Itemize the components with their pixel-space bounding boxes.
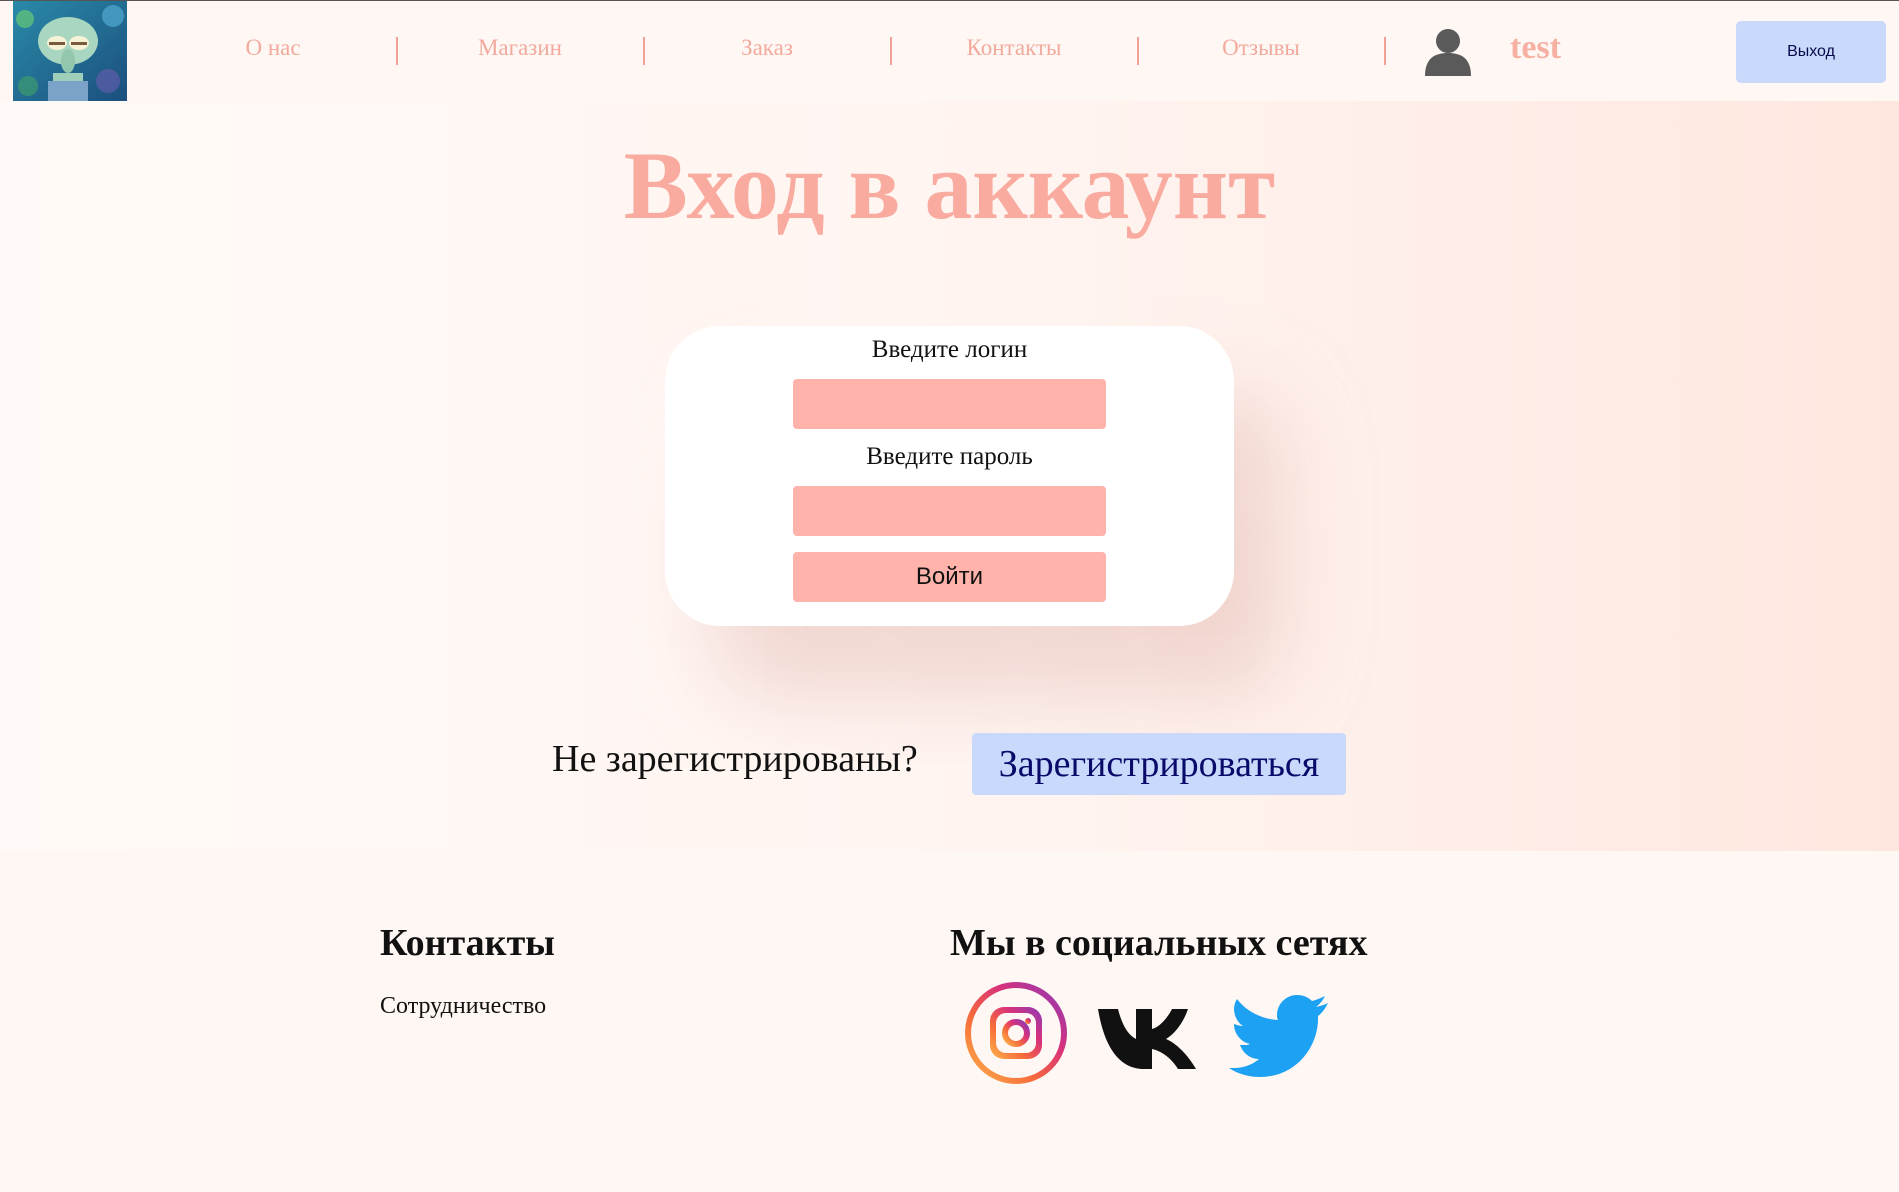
nav-link-contacts[interactable]: Контакты: [914, 35, 1114, 61]
page-title: Вход в аккаунт: [623, 132, 1276, 239]
social-title: Мы в социальных сетях: [950, 922, 1368, 964]
instagram-icon[interactable]: [964, 981, 1068, 1085]
contacts-title: Контакты: [380, 922, 555, 964]
footer: Контакты Сотрудничество Мы в социальных …: [0, 851, 1899, 1192]
nav-separator: [1384, 37, 1386, 65]
nav-link-order[interactable]: Заказ: [667, 35, 867, 61]
cooperation-link[interactable]: Сотрудничество: [380, 993, 546, 1020]
password-input[interactable]: [793, 486, 1106, 536]
header: О нас Магазин Заказ Контакты Отзывы test…: [0, 1, 1899, 101]
logout-button[interactable]: Выход: [1736, 21, 1886, 83]
squidward-logo-icon[interactable]: [13, 1, 127, 101]
nav-separator: [1137, 37, 1139, 65]
nav-separator: [890, 37, 892, 65]
login-submit-button[interactable]: Войти: [793, 552, 1106, 602]
vk-icon[interactable]: [1096, 981, 1200, 1085]
login-label: Введите логин: [871, 336, 1028, 363]
login-input[interactable]: [793, 379, 1106, 429]
username[interactable]: test: [1510, 29, 1561, 67]
nav-link-about[interactable]: О нас: [173, 35, 373, 61]
user-icon[interactable]: [1423, 28, 1473, 76]
nav-link-reviews[interactable]: Отзывы: [1161, 35, 1361, 61]
login-section: Вход в аккаунт Введите логин Введите пар…: [0, 101, 1899, 851]
not-registered-text: Не зарегистрированы?: [552, 738, 918, 780]
login-form: Введите логин Введите пароль Войти: [665, 326, 1234, 626]
password-label: Введите пароль: [866, 443, 1033, 470]
nav-link-shop[interactable]: Магазин: [420, 35, 620, 61]
nav-separator: [396, 37, 398, 65]
twitter-icon[interactable]: [1228, 981, 1332, 1085]
register-button[interactable]: Зарегистрироваться: [972, 733, 1346, 795]
nav-separator: [643, 37, 645, 65]
